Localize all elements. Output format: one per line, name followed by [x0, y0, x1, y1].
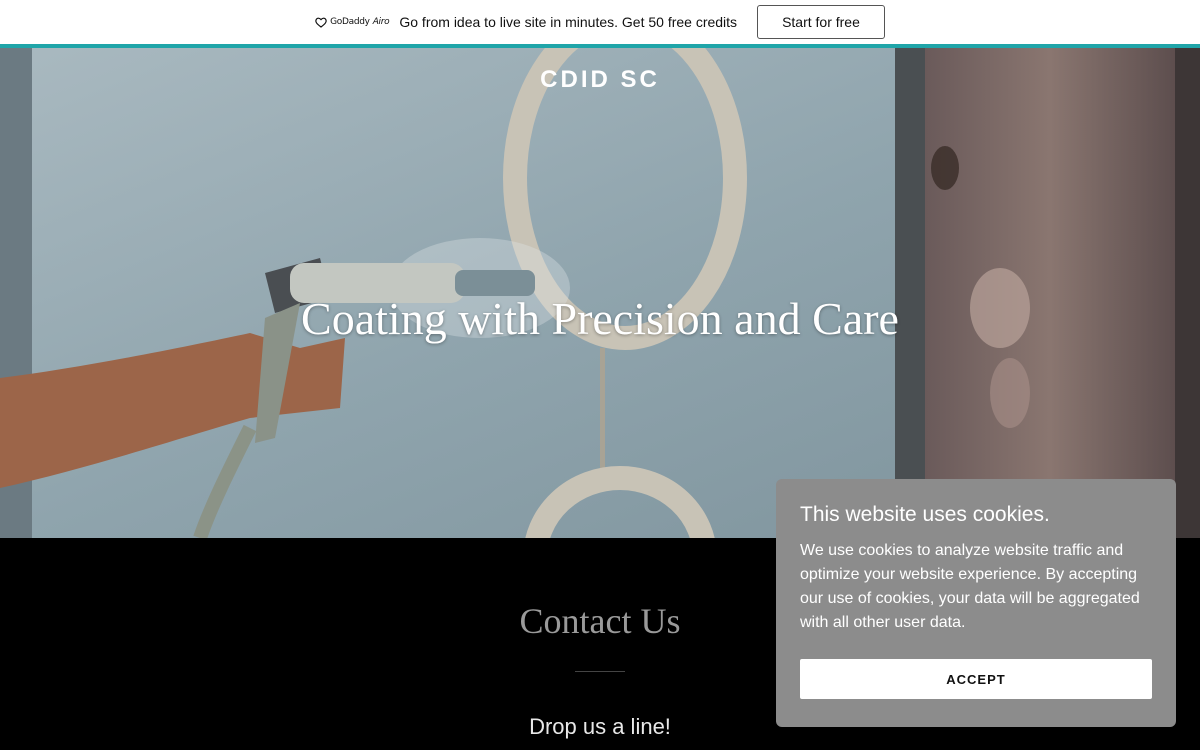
cookie-banner: This website uses cookies. We use cookie… [776, 479, 1176, 727]
hero-section: CDID SC Coating with Precision and Care [0, 48, 1200, 538]
site-title[interactable]: CDID SC [0, 66, 1200, 94]
cookie-text: We use cookies to analyze website traffi… [800, 542, 1140, 631]
brand-suffix: Airo [372, 17, 390, 27]
start-for-free-button[interactable]: Start for free [757, 5, 885, 39]
godaddy-icon [315, 17, 327, 28]
promo-message: Go from idea to live site in minutes. Ge… [399, 14, 738, 30]
brand-name: GoDaddy [330, 17, 370, 27]
hero-headline: Coating with Precision and Care [301, 293, 899, 344]
promo-banner: GoDaddy Airo Go from idea to live site i… [0, 0, 1200, 48]
section-divider [575, 671, 625, 672]
accept-cookies-button[interactable]: ACCEPT [800, 659, 1152, 699]
godaddy-logo[interactable]: GoDaddy Airo [315, 17, 390, 28]
cookie-title: This website uses cookies. [800, 503, 1050, 526]
